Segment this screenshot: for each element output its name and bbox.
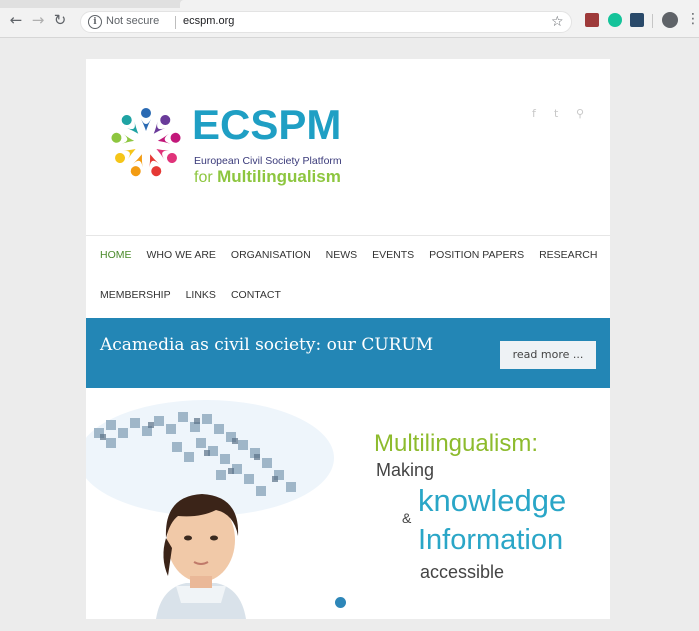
logo-flower-icon[interactable] (106, 103, 186, 183)
tab-strip (0, 0, 699, 8)
nav-item-events[interactable]: EVENTS (372, 249, 414, 265)
profile-icon[interactable] (662, 12, 678, 28)
logo-tagline-main: Multilingualism (217, 167, 341, 186)
security-label: Not secure (106, 15, 160, 27)
toolbar-divider (652, 14, 653, 28)
nav-item-organisation[interactable]: ORGANISATION (231, 249, 311, 265)
main-nav-row-1: HOME WHO WE ARE ORGANISATION NEWS EVENTS… (100, 249, 612, 265)
note-extension-icon[interactable] (630, 13, 644, 27)
read-more-button[interactable]: read more ... (500, 341, 596, 369)
browser-toolbar: ← → ↻ i Not secure ecspm.org ☆ ⋮ (0, 0, 699, 38)
featured-banner: Acamedia as civil society: our CURUM rea… (86, 318, 610, 388)
forward-icon[interactable]: → (30, 12, 46, 28)
hero-ampersand: & (402, 510, 412, 526)
hero-information: Information (418, 524, 564, 556)
logo-subtitle: European Civil Society Platform (194, 155, 342, 167)
nav-item-news[interactable]: NEWS (326, 249, 358, 265)
address-separator (175, 16, 176, 29)
nav-item-position-papers[interactable]: POSITION PAPERS (429, 249, 524, 265)
back-icon[interactable]: ← (8, 12, 24, 28)
facebook-icon[interactable]: f (532, 107, 536, 120)
site-header: ECSPM European Civil Society Platform fo… (86, 59, 610, 236)
logo-title[interactable]: ECSPM (192, 104, 341, 146)
header-divider (86, 235, 610, 236)
star-icon[interactable]: ☆ (551, 14, 564, 30)
nav-item-contact[interactable]: CONTACT (231, 289, 281, 305)
hero-heading: Multilingualism: (374, 430, 539, 457)
logo-tagline: for Multilingualism (194, 167, 341, 187)
info-icon[interactable]: i (88, 15, 102, 29)
url-text[interactable]: ecspm.org (183, 15, 234, 27)
nav-item-links[interactable]: LINKS (186, 289, 216, 305)
woman-portrait-image (156, 494, 246, 619)
kebab-menu-icon[interactable]: ⋮ (686, 11, 699, 27)
search-icon[interactable]: ⚲ (576, 107, 584, 120)
pdf-extension-icon[interactable] (585, 13, 599, 27)
twitter-icon[interactable]: t (554, 107, 558, 120)
nav-item-research[interactable]: RESEARCH (539, 249, 597, 265)
reload-icon[interactable]: ↻ (52, 12, 68, 28)
hero-accessible: accessible (420, 562, 505, 582)
slider-dot[interactable] (335, 597, 346, 608)
nav-item-membership[interactable]: MEMBERSHIP (100, 289, 171, 305)
active-tab[interactable] (180, 0, 699, 8)
main-nav-row-2: MEMBERSHIP LINKS CONTACT (100, 289, 296, 305)
nav-item-who-we-are[interactable]: WHO WE ARE (147, 249, 216, 265)
grammarly-icon[interactable] (608, 13, 622, 27)
hero-knowledge: knowledge (418, 483, 567, 518)
logo-tagline-for: for (194, 169, 213, 186)
nav-item-home[interactable]: HOME (100, 249, 132, 265)
banner-title[interactable]: Acamedia as civil society: our CURUM (100, 335, 433, 355)
hero-making: Making (376, 460, 435, 480)
hero-slider[interactable]: Multilingualism: Making & knowledge Info… (86, 388, 610, 619)
address-bar[interactable]: i Not secure ecspm.org ☆ (80, 11, 572, 33)
site-container: ECSPM European Civil Society Platform fo… (86, 59, 610, 619)
